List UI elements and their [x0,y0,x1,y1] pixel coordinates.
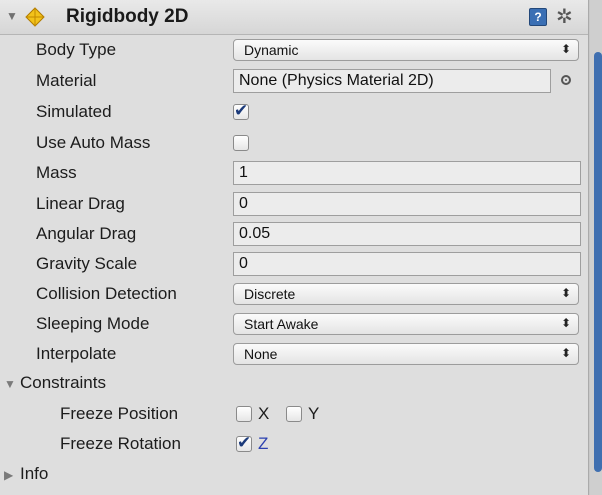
component-title: Rigidbody 2D [66,6,189,27]
scrollbar-thumb[interactable] [594,52,602,472]
freeze-position-y-checkbox[interactable] [286,406,302,422]
body-type-label: Body Type [36,40,117,59]
sleeping-mode-dropdown[interactable]: Start Awake ⬍ [233,313,579,335]
row-interpolate: Interpolate None ⬍ [0,340,588,370]
use-auto-mass-checkbox[interactable] [233,135,249,151]
gear-icon[interactable]: ✲ [556,4,573,29]
collision-detection-dropdown[interactable]: Discrete ⬍ [233,283,579,305]
object-picker-icon[interactable] [561,75,571,85]
row-material: Material None (Physics Material 2D) [0,67,588,97]
inspector-panel: ▼ Rigidbody 2D ? ✲ Body Type Dynamic ⬍ M… [0,0,589,495]
fold-open-icon[interactable]: ▼ [4,377,16,391]
popup-arrows-icon: ⬍ [560,316,571,330]
check-icon: ✔ [234,101,249,120]
body-type-dropdown[interactable]: Dynamic ⬍ [233,39,579,61]
body-type-value: Dynamic [244,42,299,58]
collision-detection-label: Collision Detection [36,284,177,303]
freeze-position-label: Freeze Position [60,404,179,423]
material-value: None (Physics Material 2D) [239,72,434,89]
freeze-position-x-checkbox[interactable] [236,406,252,422]
linear-drag-value: 0 [239,195,248,212]
angular-drag-value: 0.05 [239,225,271,242]
fold-open-icon[interactable]: ▼ [6,9,18,23]
sleeping-mode-label: Sleeping Mode [36,314,150,333]
linear-drag-label: Linear Drag [36,194,125,213]
info-foldout[interactable]: ▶ Info [0,460,588,490]
freeze-rotation-z-label: Z [258,434,269,453]
gravity-scale-field[interactable]: 0 [233,252,581,276]
mass-value: 1 [239,164,248,181]
popup-arrows-icon: ⬍ [560,286,571,300]
fold-closed-icon[interactable]: ▶ [4,468,13,482]
interpolate-label: Interpolate [36,344,117,363]
gravity-scale-label: Gravity Scale [36,254,138,273]
angular-drag-field[interactable]: 0.05 [233,222,581,246]
row-body-type: Body Type Dynamic ⬍ [0,36,588,66]
row-linear-drag: Linear Drag 0 [0,190,588,220]
row-gravity-scale: Gravity Scale 0 [0,250,588,280]
linear-drag-field[interactable]: 0 [233,192,581,216]
constraints-foldout[interactable]: ▼ Constraints [0,369,588,399]
row-use-auto-mass: Use Auto Mass [0,129,588,159]
popup-arrows-icon: ⬍ [560,42,571,56]
use-auto-mass-label: Use Auto Mass [36,133,151,152]
help-icon[interactable]: ? [529,8,547,26]
row-sleeping-mode: Sleeping Mode Start Awake ⬍ [0,310,588,340]
interpolate-value: None [244,346,278,362]
mass-field[interactable]: 1 [233,161,581,185]
constraints-label: Constraints [20,373,106,392]
row-simulated: Simulated ✔ [0,98,588,128]
row-mass: Mass 1 [0,159,588,189]
collision-detection-value: Discrete [244,286,296,302]
simulated-label: Simulated [36,102,112,121]
gravity-scale-value: 0 [239,255,248,272]
component-header[interactable]: ▼ Rigidbody 2D ? ✲ [0,0,588,35]
angular-drag-label: Angular Drag [36,224,137,243]
freeze-rotation-label: Freeze Rotation [60,434,181,453]
popup-arrows-icon: ⬍ [560,346,571,360]
mass-label: Mass [36,163,77,182]
row-freeze-rotation: Freeze Rotation ✔ Z [0,430,588,460]
simulated-checkbox[interactable]: ✔ [233,101,249,120]
freeze-position-x-label: X [258,404,270,423]
rigidbody2d-icon [25,7,45,27]
sleeping-mode-value: Start Awake [244,316,319,332]
interpolate-dropdown[interactable]: None ⬍ [233,343,579,365]
freeze-position-y-label: Y [308,404,320,423]
material-object-field[interactable]: None (Physics Material 2D) [233,69,551,93]
row-collision-detection: Collision Detection Discrete ⬍ [0,280,588,310]
freeze-rotation-z-checkbox[interactable]: ✔ [236,433,252,452]
info-label: Info [20,464,49,483]
row-freeze-position: Freeze Position X Y [0,400,588,430]
material-label: Material [36,71,97,90]
row-angular-drag: Angular Drag 0.05 [0,220,588,250]
check-icon: ✔ [237,433,252,452]
